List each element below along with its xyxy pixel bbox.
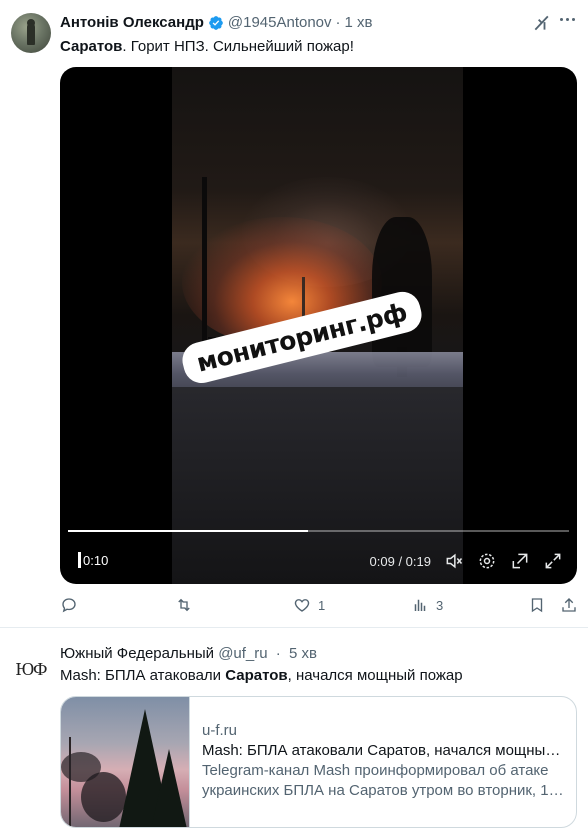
- tweet-time[interactable]: 5 хв: [289, 645, 317, 662]
- hashtag-saratov[interactable]: Саратов: [225, 667, 287, 684]
- fullscreen-icon[interactable]: [543, 551, 563, 571]
- reply-icon: [62, 598, 76, 613]
- tweet-text-rest: . Горит НПЗ. Сильнейший пожар!: [122, 38, 354, 55]
- separator-dot: ·: [335, 14, 341, 31]
- tweet-text: Mash: БПЛА атаковали Саратов, начался мо…: [60, 667, 463, 684]
- grok-icon[interactable]: [532, 13, 552, 33]
- link-card-thumbnail: [61, 697, 190, 827]
- tweet-header: Южный Федеральный @uf_ru · 5 хв: [60, 645, 317, 662]
- tweet-text: Саратов. Горит НПЗ. Сильнейший пожар!: [60, 38, 354, 55]
- video-progress-bar[interactable]: [68, 530, 569, 532]
- elapsed-time: 0:10: [83, 552, 109, 568]
- video-progress-fill: [68, 530, 309, 532]
- author-handle[interactable]: @1945Antonov: [228, 14, 332, 31]
- bookmark-button[interactable]: [528, 596, 546, 614]
- author-name[interactable]: Южный Федеральный: [60, 645, 214, 662]
- more-options-icon[interactable]: [560, 18, 580, 28]
- time-readout: 0:09 / 0:19: [369, 553, 431, 569]
- like-button[interactable]: 1: [293, 596, 325, 614]
- action-bar: 1 3: [60, 596, 576, 618]
- tweet-antoniv[interactable]: Антонів Олександр @1945Antonov · 1 хв Са…: [0, 0, 588, 628]
- pause-icon[interactable]: [78, 552, 81, 568]
- share-icon: [562, 598, 576, 612]
- author-name[interactable]: Антонів Олександр: [60, 14, 204, 31]
- card-domain: u-f.ru: [202, 722, 238, 739]
- tweet-text-pre: Mash: БПЛА атаковали: [60, 667, 226, 684]
- verified-badge-icon: [209, 15, 223, 30]
- views-icon: [414, 599, 426, 611]
- link-card-body: u-f.ru Mash: БПЛА атаковали Саратов, нач…: [202, 721, 568, 801]
- card-title: Mash: БПЛА атаковали Саратов, начался мо…: [202, 742, 568, 759]
- settings-icon[interactable]: [477, 551, 497, 571]
- views-count: 3: [436, 597, 444, 613]
- video-controls-left: 0:10: [78, 552, 108, 568]
- video-player[interactable]: мониторинг.рф 0:10 0:09 / 0:19: [60, 67, 577, 584]
- like-count: 1: [318, 597, 326, 613]
- retweet-icon: [178, 598, 190, 612]
- views-button[interactable]: 3: [411, 596, 443, 614]
- mute-icon[interactable]: [444, 551, 464, 571]
- reply-button[interactable]: [60, 596, 85, 614]
- pip-icon[interactable]: [510, 551, 530, 571]
- tweet-header: Антонів Олександр @1945Antonov · 1 хв: [60, 14, 373, 31]
- bookmark-icon: [531, 598, 543, 613]
- author-handle[interactable]: @uf_ru: [218, 645, 267, 662]
- avatar[interactable]: ЮФ: [11, 649, 51, 689]
- avatar[interactable]: [11, 13, 51, 53]
- tweet-time[interactable]: 1 хв: [345, 14, 373, 31]
- tweet-uf[interactable]: ЮФ Южный Федеральный @uf_ru · 5 хв Mash:…: [0, 629, 588, 833]
- tweet-text-post: , начался мощный пожар: [287, 667, 463, 684]
- heart-icon: [294, 599, 310, 612]
- link-card[interactable]: u-f.ru Mash: БПЛА атаковали Саратов, нач…: [60, 696, 577, 828]
- retweet-button[interactable]: [175, 596, 200, 614]
- share-button[interactable]: [560, 596, 578, 614]
- video-controls-right: 0:09 / 0:19: [370, 551, 563, 571]
- card-desc-line: украинских БПЛА на Саратов утром во втор…: [202, 782, 568, 799]
- separator-dot: ·: [275, 645, 281, 662]
- hashtag-saratov[interactable]: Саратов: [60, 38, 122, 55]
- card-description: Telegram-канал Mash проинформировал об а…: [202, 761, 568, 801]
- card-desc-line: Telegram-канал Mash проинформировал об а…: [202, 762, 549, 779]
